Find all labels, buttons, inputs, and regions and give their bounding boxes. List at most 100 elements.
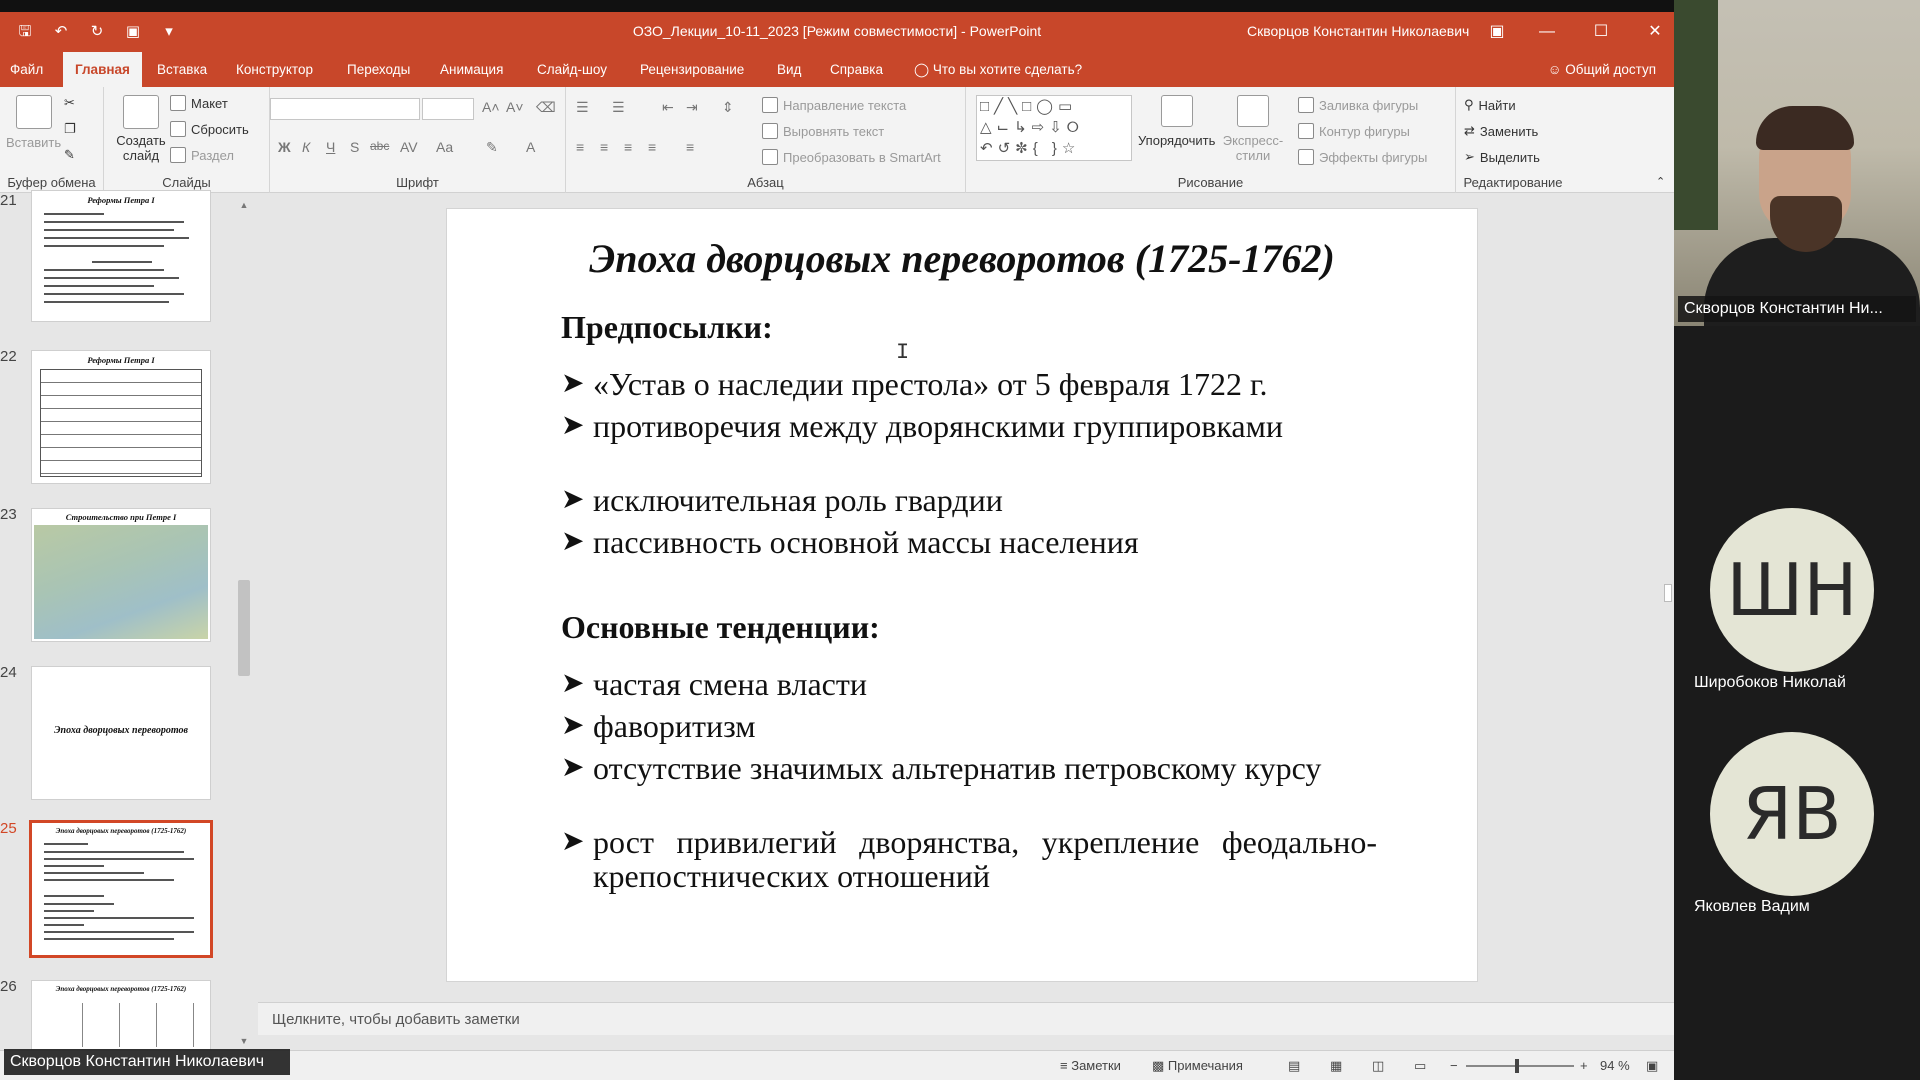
tab-review[interactable]: Рецензирование [628, 52, 756, 87]
comments-button[interactable]: ▩ Примечания [1152, 1058, 1243, 1074]
thumbnail-slide-24[interactable]: Эпоха дворцовых переворотов [31, 666, 211, 800]
increase-font-icon[interactable]: A˄ [482, 99, 500, 115]
bullets-icon[interactable]: ☰ [576, 99, 589, 116]
bullet-item[interactable]: ➤ пассивность основной массы населения [561, 525, 1377, 559]
line-spacing-icon[interactable]: ⇕ [722, 99, 734, 116]
tab-view[interactable]: Вид [765, 52, 813, 87]
section-button[interactable]: Раздел [170, 147, 234, 163]
presenter-camera-feed[interactable] [1674, 0, 1920, 326]
tab-help[interactable]: Справка [818, 52, 895, 87]
change-case-button[interactable]: Aa [436, 139, 453, 155]
increase-indent-icon[interactable]: ⇥ [686, 99, 698, 116]
replace-button[interactable]: ⇄ Заменить [1464, 123, 1538, 139]
zoom-slider-thumb[interactable] [1515, 1059, 1519, 1073]
align-left-icon[interactable]: ≡ [576, 139, 584, 155]
notes-pane[interactable]: Щелкните, чтобы добавить заметки [258, 1002, 1674, 1035]
maximize-icon[interactable]: ☐ [1586, 18, 1616, 46]
scroll-up-icon[interactable]: ▲ [236, 200, 252, 210]
select-button[interactable]: ➢ Выделить [1464, 149, 1540, 165]
new-slide-button[interactable]: Создать слайд [112, 95, 170, 163]
decrease-font-icon[interactable]: A˅ [506, 99, 524, 115]
reading-view-icon[interactable]: ◫ [1372, 1058, 1384, 1074]
format-painter-icon[interactable]: ✎ [64, 147, 75, 163]
scroll-thumb[interactable] [238, 580, 250, 676]
share-button[interactable]: ☺ Общий доступ [1548, 52, 1656, 87]
columns-icon[interactable]: ≡ [686, 139, 694, 155]
tell-me-search[interactable]: ◯ Что вы хотите сделать? [902, 52, 1094, 87]
participant-avatar[interactable]: ШН [1710, 508, 1874, 672]
section-heading-trends[interactable]: Основные тенденции: [561, 609, 880, 646]
thumbnail-scrollbar[interactable]: ▲ ▼ [236, 196, 252, 1048]
ribbon-display-options-icon[interactable]: ▣ [1482, 18, 1512, 46]
tab-insert[interactable]: Вставка [145, 52, 219, 87]
bullet-item[interactable]: ➤ исключительная роль гвардии [561, 483, 1377, 517]
character-spacing-button[interactable]: AV [400, 139, 418, 155]
shape-outline-button[interactable]: Контур фигуры [1298, 123, 1410, 139]
bullet-item[interactable]: ➤ фаворитизм [561, 709, 1377, 743]
decrease-indent-icon[interactable]: ⇤ [662, 99, 674, 116]
text-direction-button[interactable]: Направление текста [762, 97, 906, 113]
bullet-item[interactable]: ➤ частая смена власти [561, 667, 1377, 701]
justify-icon[interactable]: ≡ [648, 139, 656, 155]
tab-animations[interactable]: Анимация [428, 52, 515, 87]
slideshow-view-icon[interactable]: ▭ [1414, 1058, 1426, 1074]
editor-scrollbar[interactable] [1662, 196, 1674, 1006]
minimize-icon[interactable]: — [1532, 18, 1562, 46]
thumbnail-slide-23[interactable]: Строительство при Петре I [31, 508, 211, 642]
tab-design[interactable]: Конструктор [224, 52, 325, 87]
close-icon[interactable]: ✕ [1640, 18, 1670, 46]
normal-view-icon[interactable]: ▤ [1288, 1058, 1300, 1074]
bullet-item[interactable]: ➤ противоречия между дворянскими группир… [561, 409, 1377, 443]
bold-button[interactable]: Ж [278, 139, 291, 155]
thumbnail-slide-21[interactable]: Реформы Петра I [31, 190, 211, 322]
numbering-icon[interactable]: ☰ [612, 99, 625, 116]
slide-title[interactable]: Эпоха дворцовых переворотов (1725-1762) [447, 235, 1477, 282]
highlight-icon[interactable]: ✎ [486, 139, 498, 156]
italic-button[interactable]: К [302, 139, 310, 155]
find-button[interactable]: ⚲ Найти [1464, 97, 1516, 113]
shapes-gallery[interactable]: □╱╲□◯▭ △⌙↳⇨⇩⭘ ↶↺✼{ }☆ [976, 95, 1132, 161]
align-center-icon[interactable]: ≡ [600, 139, 608, 155]
convert-smartart-button[interactable]: Преобразовать в SmartArt [762, 149, 941, 165]
zoom-level[interactable]: 94 % [1600, 1058, 1630, 1073]
underline-button[interactable]: Ч [326, 139, 335, 155]
bullet-item[interactable]: ➤ отсутствие значимых альтернатив петров… [561, 751, 1377, 785]
current-slide[interactable]: Эпоха дворцовых переворотов (1725-1762) … [446, 208, 1478, 982]
tab-home[interactable]: Главная [63, 52, 142, 87]
paste-button[interactable]: Вставить [6, 95, 61, 150]
thumbnail-slide-22[interactable]: Реформы Петра I [31, 350, 211, 484]
font-family-combo[interactable] [270, 98, 420, 120]
zoom-slider[interactable] [1466, 1065, 1574, 1067]
tab-slideshow[interactable]: Слайд-шоу [525, 52, 619, 87]
thumbnail-slide-25[interactable]: Эпоха дворцовых переворотов (1725-1762) [29, 820, 213, 958]
strikethrough-button[interactable]: abc [370, 139, 389, 153]
font-size-combo[interactable] [422, 98, 474, 120]
shadow-button[interactable]: S [350, 139, 359, 155]
notes-toggle-button[interactable]: ≡ Заметки [1060, 1058, 1121, 1073]
arrange-button[interactable]: Упорядочить [1138, 95, 1215, 148]
quick-styles-button[interactable]: Экспресс-стили [1222, 95, 1284, 163]
cut-icon[interactable]: ✂ [64, 95, 75, 111]
editor-scroll-thumb[interactable] [1664, 584, 1672, 602]
bullet-item[interactable]: ➤ рост привилегий дворянства, укрепление… [561, 825, 1377, 893]
section-heading-prerequisites[interactable]: Предпосылки: [561, 309, 773, 346]
clear-formatting-icon[interactable]: ⌫ [536, 99, 556, 116]
shape-effects-button[interactable]: Эффекты фигуры [1298, 149, 1427, 165]
reset-button[interactable]: Сбросить [170, 121, 249, 137]
zoom-in-icon[interactable]: + [1580, 1058, 1588, 1073]
bullet-item[interactable]: ➤ «Устав о наследии престола» от 5 февра… [561, 367, 1377, 401]
align-text-button[interactable]: Выровнять текст [762, 123, 884, 139]
layout-button[interactable]: Макет [170, 95, 228, 111]
account-user-name[interactable]: Скворцов Константин Николаевич [1247, 23, 1469, 39]
thumbnail-slide-26[interactable]: Эпоха дворцовых переворотов (1725-1762) [31, 980, 211, 1050]
tab-transitions[interactable]: Переходы [335, 52, 422, 87]
fit-slide-icon[interactable]: ▣ [1646, 1058, 1658, 1074]
shape-fill-button[interactable]: Заливка фигуры [1298, 97, 1418, 113]
scroll-down-icon[interactable]: ▼ [236, 1036, 252, 1046]
copy-icon[interactable]: ❐ [64, 121, 76, 137]
font-color-icon[interactable]: A [526, 139, 535, 155]
zoom-out-icon[interactable]: − [1450, 1058, 1458, 1073]
participant-avatar[interactable]: ЯВ [1710, 732, 1874, 896]
align-right-icon[interactable]: ≡ [624, 139, 632, 155]
collapse-ribbon-icon[interactable]: ⌃ [1656, 175, 1665, 188]
